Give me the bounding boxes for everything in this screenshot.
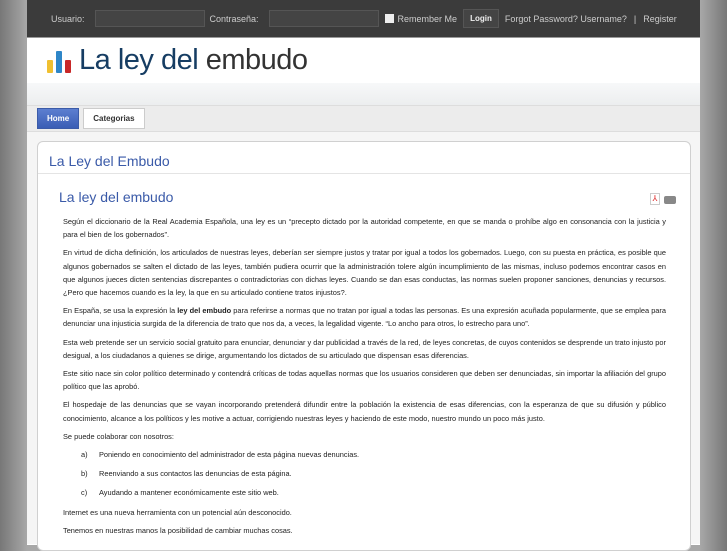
list-item: c) Ayudando a mantener económicamente est…: [63, 486, 666, 499]
register-link[interactable]: Register: [643, 14, 677, 24]
paragraph: Tenemos en nuestras manos la posibilidad…: [63, 525, 293, 535]
article-box: La Ley del Embudo La ley del embudo ⅄ Se…: [37, 141, 691, 551]
list-text: Reenviando a sus contactos las denuncias…: [99, 469, 292, 479]
list-item: a) Poniendo en conocimiento del administr…: [63, 448, 666, 461]
list-text: Ayudando a mantener económicamente este …: [99, 488, 279, 498]
print-icon[interactable]: [664, 196, 676, 204]
login-button[interactable]: Login: [463, 9, 499, 28]
content-area: La Ley del Embudo La ley del embudo ⅄ Se…: [27, 132, 700, 551]
password-input[interactable]: [268, 10, 379, 27]
forgot-link[interactable]: Forgot Password? Username?: [505, 14, 627, 24]
paragraph: En España, se usa la expresión la ley de…: [63, 304, 666, 330]
logo-bars-icon: [47, 49, 71, 73]
list-marker: c): [81, 488, 88, 498]
site-header: La ley del embudo: [27, 38, 700, 83]
article-title: La ley del embudo: [59, 189, 174, 205]
list-marker: b): [81, 469, 88, 479]
paragraph: Se puede colaborar con nosotros:: [63, 431, 174, 441]
paragraph: Este sitio nace sin color político deter…: [63, 369, 666, 392]
main-nav: Home Categorias: [27, 105, 700, 132]
password-label: Contraseña:: [209, 13, 259, 24]
bold-term: ley del embudo: [177, 306, 232, 316]
username-label: Usuario:: [51, 13, 85, 24]
page-container: Usuario: Contraseña: Remember Me Login F…: [27, 0, 700, 551]
pdf-icon[interactable]: ⅄: [650, 193, 660, 205]
paragraph: Esta web pretende ser un servicio social…: [63, 337, 666, 360]
logo-part1: La ley del: [79, 44, 199, 76]
site-logo[interactable]: La ley del embudo: [79, 44, 308, 77]
page-title: La Ley del Embudo: [38, 142, 690, 174]
login-bar: Usuario: Contraseña: Remember Me Login F…: [27, 0, 700, 38]
paragraph: El hospedaje de las denuncias que se vay…: [63, 400, 666, 423]
list-text: Poniendo en conocimiento del administrad…: [99, 450, 360, 460]
paragraph: En virtud de dicha definición, los artic…: [63, 248, 666, 298]
text: En España, se usa la expresión la: [63, 306, 178, 316]
paragraph: Internet es una nueva herramienta con un…: [63, 507, 292, 517]
header-strip: [27, 83, 700, 105]
nav-categorias[interactable]: Categorias: [83, 108, 145, 129]
remember-me-checkbox[interactable]: [384, 14, 394, 23]
logo-part2: embudo: [205, 44, 308, 76]
list-item: b) Reenviando a sus contactos las denunci…: [63, 467, 666, 480]
separator: |: [633, 13, 637, 24]
nav-home[interactable]: Home: [37, 108, 80, 129]
username-input[interactable]: [94, 10, 205, 27]
list-marker: a): [81, 450, 88, 460]
paragraph: Según el diccionario de la Real Academia…: [63, 217, 666, 240]
article-body: Según el diccionario de la Real Academia…: [48, 215, 680, 537]
remember-me-label: Remember Me: [397, 13, 458, 24]
